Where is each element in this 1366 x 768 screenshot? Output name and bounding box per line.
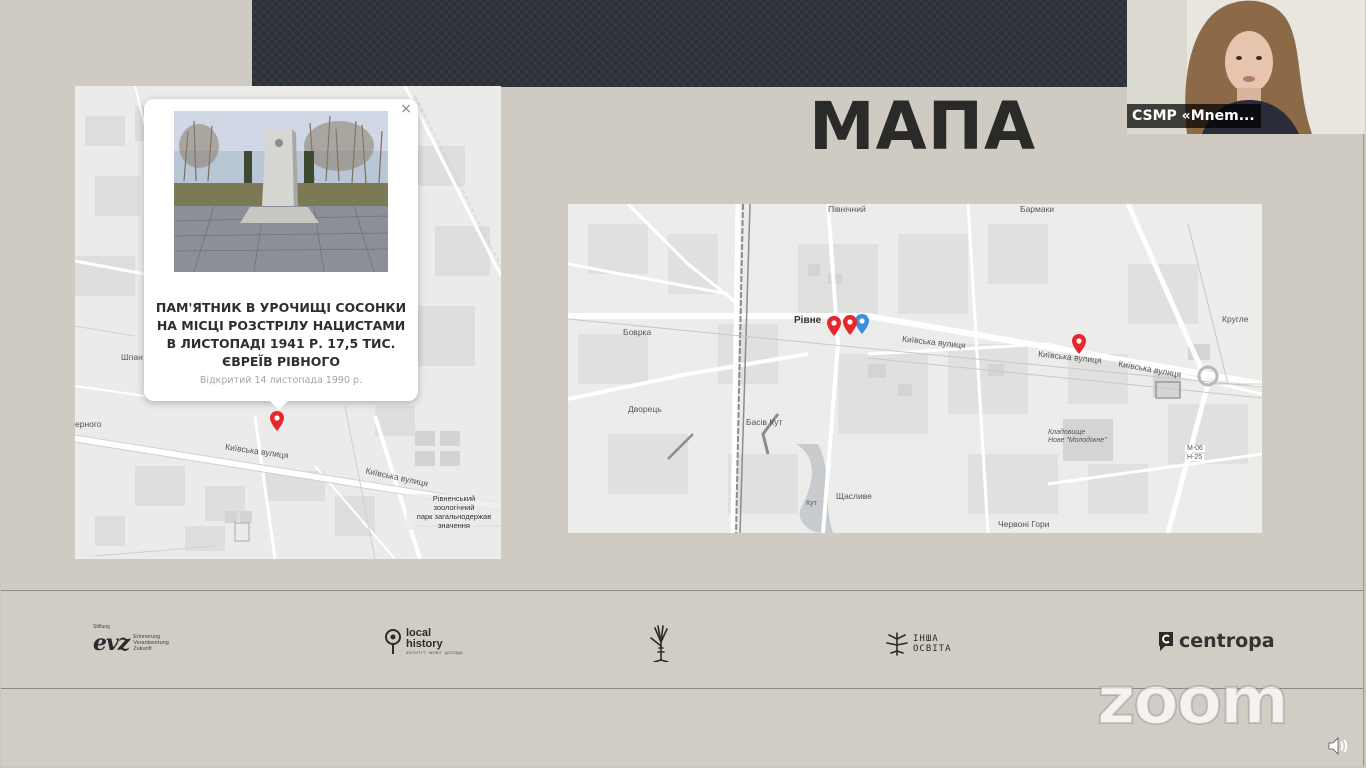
slide-title: МАПА — [809, 88, 1037, 165]
map-label-shchaslyve: Щасливе — [836, 491, 872, 501]
map-marker-blue-icon[interactable] — [855, 314, 869, 334]
map-label-kut: Кут — [806, 500, 817, 507]
map-marker-icon[interactable] — [827, 316, 841, 336]
zoom-watermark: zoom — [1096, 661, 1290, 740]
close-icon[interactable]: × — [400, 101, 412, 117]
inshe-osvita-logo: ІНША ОСВІТА — [885, 631, 952, 657]
map-marker-icon[interactable] — [1072, 334, 1086, 354]
evz-logo: Stiftung evz Erinnerung Verantwortung Zu… — [93, 624, 169, 656]
evz-logo-mark: evz — [93, 630, 130, 656]
local-history-sub: ІНСТИТУТ · МУЗЕЇ · ДОСЛІДИ — [406, 650, 463, 655]
inshe-osvita-plant-icon — [886, 632, 908, 656]
map-label-bovrka: Боврка — [623, 327, 652, 337]
participant-video-tile[interactable]: CSMP «Mnem... — [1127, 0, 1365, 134]
evz-logo-line3: Zukunft — [133, 646, 152, 652]
memorial-popup: × ПАМ'ЯТНИК В УРОЧИЩІ СОСОНКИ НА МІСЦІ Р… — [144, 99, 418, 410]
map-label-dvorets: Дворець — [628, 404, 662, 414]
hand-tree-logo-icon — [650, 625, 669, 662]
popup-subtitle: Відкритий 14 листопада 1990 р. — [199, 375, 363, 386]
local-history-logo: local history ІНСТИТУТ · МУЗЕЇ · ДОСЛІДИ — [384, 628, 463, 655]
map-marker-icon[interactable] — [843, 315, 857, 335]
map-label-kruhle: Кругле — [1222, 314, 1249, 324]
map-label-chervoni-hory: Червоні Гори — [998, 519, 1050, 529]
speaker-icon[interactable] — [1326, 735, 1350, 757]
map-label-m06: М-06 — [1185, 445, 1205, 452]
local-history-tree-icon — [385, 628, 401, 654]
right-map[interactable]: Північний Бармаки Рівне Боврка Дворець Б… — [568, 204, 1262, 533]
map-label-zoo-park: Рівненський зоологічний парк загальнодер… — [406, 494, 501, 530]
centropa-logo-text: centropa — [1179, 630, 1275, 652]
centropa-c-icon — [1159, 632, 1173, 651]
participant-name: CSMP «Mnem... — [1127, 104, 1261, 128]
map-label-shpan: Шпан — [121, 352, 143, 362]
map-label-barmaky: Бармаки — [1020, 204, 1055, 214]
inshe-osvita-line1: ІНША — [913, 634, 939, 644]
evz-logo-sup: Stiftung — [93, 624, 110, 630]
popup-title: ПАМ'ЯТНИК В УРОЧИЩІ СОСОНКИ НА МІСЦІ РОЗ… — [155, 300, 407, 369]
local-history-line2: history — [406, 638, 443, 650]
centropa-logo: centropa — [1157, 630, 1275, 652]
partner-bar-top-divider — [1, 590, 1363, 591]
map-marker-icon[interactable] — [270, 411, 284, 431]
map-label-basiv-kut: Басів Кут — [746, 417, 783, 427]
slide-header-band — [252, 0, 1132, 87]
map-label-n25: Н-25 — [1185, 454, 1205, 461]
map-label-rivne: Рівне — [794, 315, 822, 326]
map-label-edge: ерного — [75, 419, 102, 429]
memorial-photo — [174, 111, 388, 272]
map-label-cemetery: Кладовище Нове "Молодіжне" — [1048, 429, 1107, 444]
map-label-pivnichnyi: Північний — [828, 204, 866, 214]
inshe-osvita-line2: ОСВІТА — [913, 644, 952, 654]
